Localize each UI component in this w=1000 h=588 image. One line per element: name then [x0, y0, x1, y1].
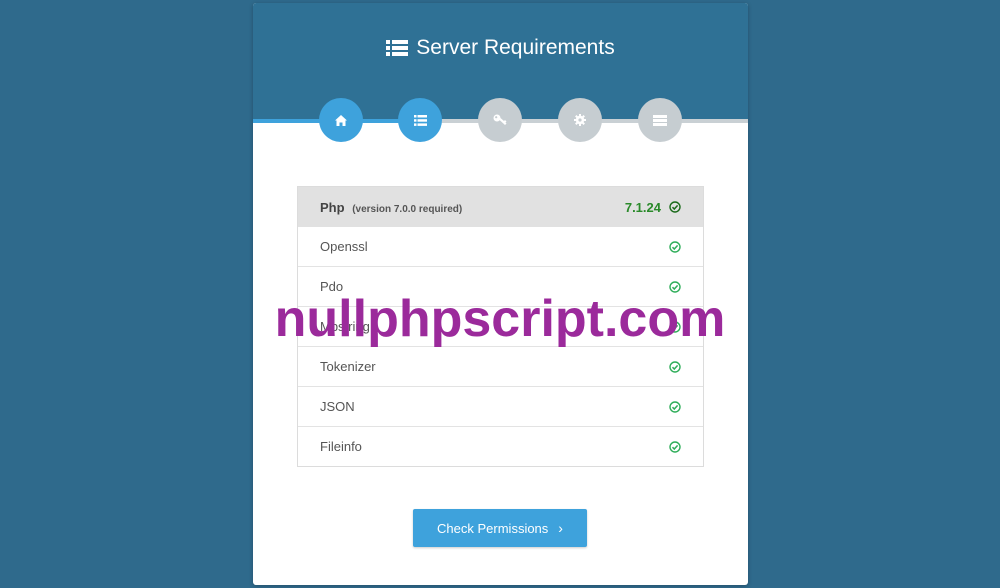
step-welcome[interactable] — [319, 98, 363, 142]
requirement-row: Tokenizer — [298, 346, 703, 386]
list-icon — [413, 114, 427, 126]
step-requirements[interactable] — [398, 98, 442, 142]
chevron-right-icon: › — [558, 520, 563, 536]
php-required-note: (version 7.0.0 required) — [352, 203, 463, 215]
gear-icon — [574, 114, 586, 126]
step-environment[interactable] — [558, 98, 602, 142]
php-version: 7.1.24 — [624, 199, 661, 215]
page-title: Server Requirements — [253, 36, 748, 60]
requirement-name: Openssl — [320, 239, 368, 254]
requirement-row: Fileinfo — [298, 426, 703, 466]
requirement-name: JSON — [320, 399, 355, 414]
check-circle-icon — [669, 400, 681, 413]
check-permissions-label: Check Permissions — [437, 520, 549, 536]
watermark-text: nullphpscript.com — [274, 290, 726, 348]
requirement-name: Tokenizer — [320, 359, 376, 374]
check-circle-icon — [669, 440, 681, 453]
requirement-row: JSON — [298, 386, 703, 426]
requirement-row: Openssl — [298, 227, 703, 266]
check-permissions-button[interactable]: Check Permissions › — [413, 509, 587, 547]
step-permissions[interactable] — [478, 98, 522, 142]
php-label: Php — [320, 199, 345, 215]
server-icon — [653, 114, 667, 126]
page-title-text: Server Requirements — [416, 36, 615, 59]
step-final[interactable] — [638, 98, 682, 142]
requirement-name: Fileinfo — [320, 439, 362, 454]
home-icon — [335, 114, 347, 126]
key-icon — [493, 114, 507, 125]
check-circle-icon — [669, 240, 681, 253]
check-circle-icon — [669, 201, 681, 213]
check-circle-icon — [669, 360, 681, 373]
php-row: Php (version 7.0.0 required) 7.1.24 — [298, 187, 703, 227]
list-icon — [386, 40, 409, 56]
